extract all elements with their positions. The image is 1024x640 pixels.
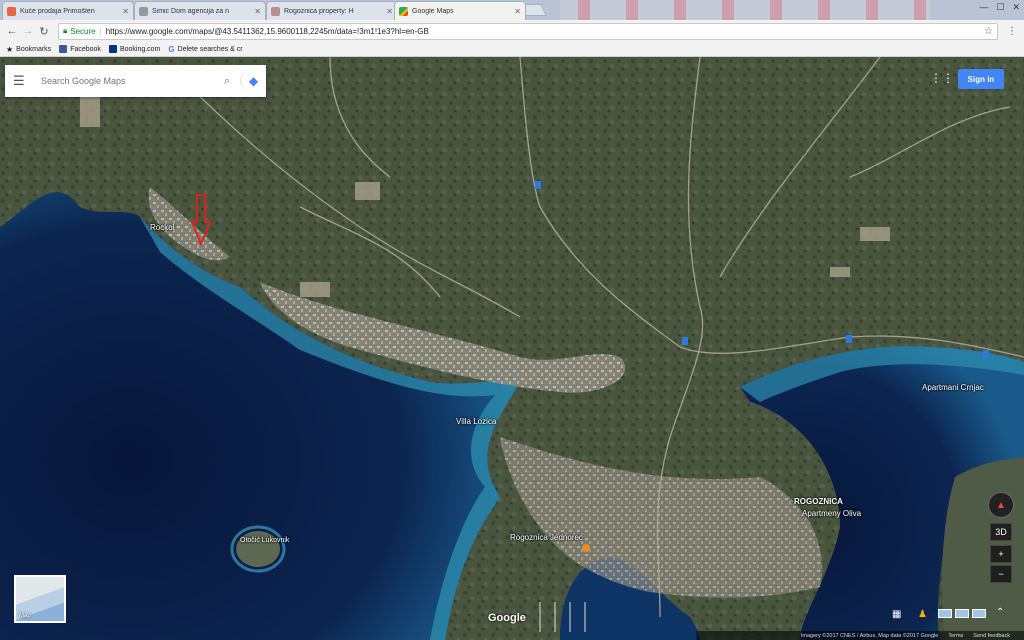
minimize-icon[interactable]: —	[979, 2, 988, 13]
zoom-out-button[interactable]: −	[990, 565, 1012, 583]
directions-icon[interactable]: ◆	[240, 72, 258, 90]
place-label[interactable]: Rockol	[150, 223, 174, 232]
tab-label: Kuće prodaja Primošten	[20, 7, 95, 15]
window-controls: — ☐ ✕	[979, 2, 1020, 13]
close-icon[interactable]: ✕	[386, 7, 393, 16]
thumbnail[interactable]	[938, 609, 952, 618]
booking-icon	[108, 45, 117, 53]
tab-strip: Kuće prodaja Primošten ✕ Simic Dom agenc…	[0, 0, 1024, 20]
zoom-in-button[interactable]: +	[990, 545, 1012, 563]
address-bar[interactable]: 🔒︎ Secure | https://www.google.com/maps/…	[58, 22, 998, 40]
place-label[interactable]: Otočić Lukovnik	[240, 537, 289, 544]
bookmark-item[interactable]: Booking.com	[108, 45, 161, 53]
facebook-icon	[59, 45, 68, 53]
browser-menu-icon[interactable]: ⋮	[1004, 26, 1020, 37]
bookmark-item[interactable]: ★ Bookmarks	[6, 45, 51, 54]
search-icon[interactable]: ⌕	[224, 75, 230, 88]
search-input[interactable]	[41, 76, 214, 86]
compass-icon[interactable]: ▲	[988, 492, 1014, 518]
place-label[interactable]: Apartmeny Oliva	[802, 509, 861, 518]
bookmark-star-icon[interactable]: ☆	[984, 26, 993, 37]
bookmark-item[interactable]: Facebook	[59, 45, 101, 53]
satellite-map[interactable]: Rockol Villa Lozica Apartmani Crnjac ROG…	[0, 57, 1024, 640]
terms-link[interactable]: Terms	[948, 633, 963, 639]
tab-favicon	[271, 6, 280, 16]
maps-search-box: ☰ ⌕ ◆	[5, 65, 266, 97]
bookmark-item[interactable]: G Delete searches & cr	[168, 45, 242, 54]
google-maps-favicon-icon	[399, 6, 408, 16]
back-icon[interactable]: ←	[4, 25, 20, 37]
lock-icon: 🔒︎	[63, 26, 68, 35]
thumbnail[interactable]	[972, 609, 986, 618]
browser-toolbar: ← → ↻ 🔒︎ Secure | https://www.google.com…	[0, 20, 1024, 42]
tab-kuce-prodaja[interactable]: Kuće prodaja Primošten ✕	[2, 1, 134, 20]
sign-in-button[interactable]: Sign in	[958, 69, 1004, 89]
secure-label: Secure	[70, 26, 96, 36]
tab-label: Simic Dom agencija za n	[152, 7, 230, 15]
bookmarks-bar: ★ Bookmarks Facebook Booking.com G Delet…	[0, 42, 1024, 57]
expand-icon[interactable]: ⌃	[996, 607, 1004, 618]
google-icon: G	[168, 44, 175, 54]
imagery-thumbnails[interactable]	[938, 609, 986, 618]
satellite-imagery	[0, 57, 1024, 640]
forward-icon[interactable]: →	[20, 25, 36, 37]
bookmark-label: Bookmarks	[16, 45, 52, 53]
tilt-3d-button[interactable]: 3D	[990, 523, 1012, 541]
star-icon: ★	[6, 44, 14, 54]
place-label[interactable]: ROGOZNICA	[794, 497, 843, 506]
reload-icon[interactable]: ↻	[36, 25, 52, 38]
tab-favicon	[139, 6, 148, 16]
pegman-icon[interactable]: ♟	[918, 609, 927, 620]
map-layer-toggle[interactable]: Map	[14, 575, 66, 623]
tab-label: Rogoznica property: H	[284, 7, 354, 15]
bookmark-label: Facebook	[70, 45, 101, 53]
tab-google-maps[interactable]: Google Maps ✕	[394, 1, 526, 20]
bookmark-label: Booking.com	[119, 45, 161, 53]
hamburger-menu-icon[interactable]: ☰	[13, 73, 27, 89]
tab-favicon	[7, 6, 16, 16]
close-window-icon[interactable]: ✕	[1012, 2, 1020, 13]
google-logo: Google	[488, 612, 526, 624]
place-label[interactable]: Villa Lozica	[456, 417, 496, 426]
url-text[interactable]: https://www.google.com/maps/@43.5411362,…	[106, 27, 978, 36]
imagery-attribution: Imagery ©2017 CNES / Airbus, Map data ©2…	[800, 632, 939, 639]
map-footer: Imagery ©2017 CNES / Airbus, Map data ©2…	[0, 631, 1024, 640]
minimap-label: Map	[19, 613, 31, 619]
tab-label: Google Maps	[412, 7, 454, 15]
bookmark-label: Delete searches & cr	[177, 45, 243, 53]
maximize-icon[interactable]: ☐	[996, 2, 1004, 13]
tab-rogoznica-property[interactable]: Rogoznica property: H ✕	[266, 1, 398, 20]
layers-icon[interactable]: ▦	[892, 609, 901, 620]
address-separator: |	[99, 26, 102, 36]
close-icon[interactable]: ✕	[122, 7, 129, 16]
close-icon[interactable]: ✕	[254, 7, 261, 16]
tab-simic-dom[interactable]: Simic Dom agencija za n ✕	[134, 1, 266, 20]
place-label[interactable]: Apartmani Crnjac	[922, 383, 984, 392]
thumbnail[interactable]	[955, 609, 969, 618]
send-feedback-link[interactable]: Send feedback	[973, 633, 1010, 639]
poi-marker	[582, 544, 590, 552]
place-label[interactable]: Rogoznica Jednorec	[510, 533, 583, 542]
close-icon[interactable]: ✕	[514, 7, 521, 16]
theme-decoration	[560, 0, 930, 20]
